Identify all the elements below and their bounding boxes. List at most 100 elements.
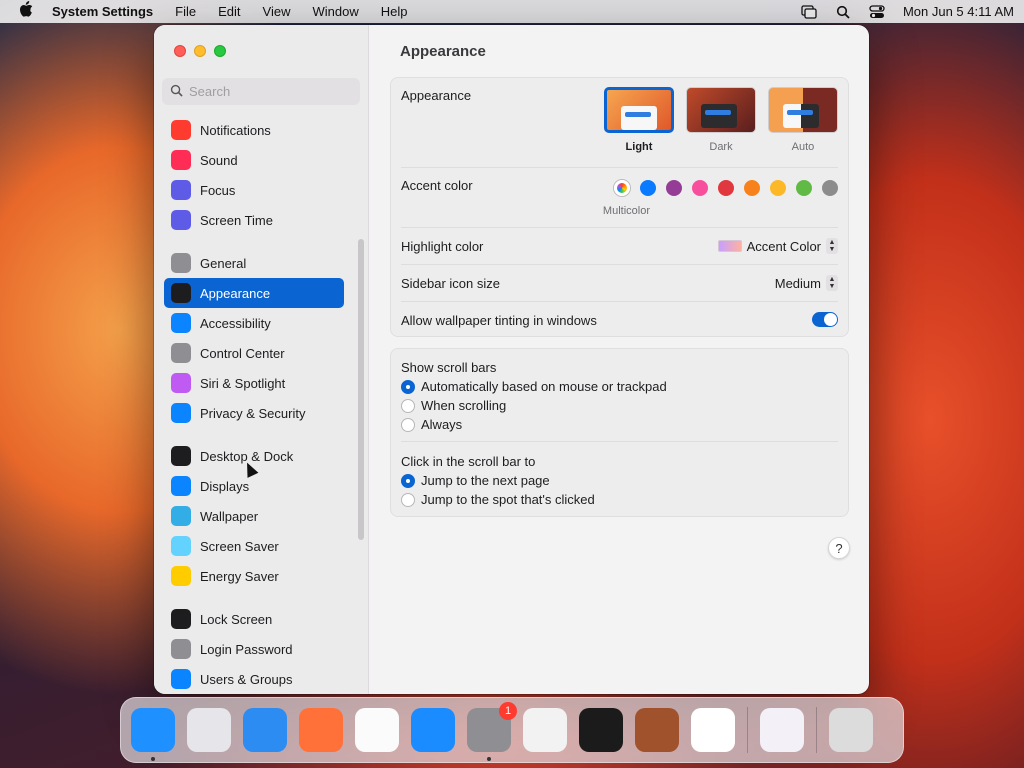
accent-swatch[interactable] <box>770 180 786 196</box>
garageband-icon[interactable] <box>635 708 679 752</box>
accent-color-row: Accent color Multicolor <box>401 168 838 228</box>
radio-button[interactable] <box>401 417 415 432</box>
sidebar-item-label: Energy Saver <box>200 568 279 584</box>
search-field[interactable]: Search <box>162 78 360 105</box>
accent-swatch[interactable] <box>666 180 682 196</box>
sidebar-item-screen-time[interactable]: Screen Time <box>164 205 344 235</box>
app-store-icon[interactable] <box>411 708 455 752</box>
radio-label: Jump to the next page <box>421 473 550 488</box>
accent-swatch[interactable] <box>744 180 760 196</box>
accent-swatch[interactable] <box>718 180 734 196</box>
sidebar-item-sound[interactable]: Sound <box>164 145 344 175</box>
appearance-caption-dark: Dark <box>709 141 733 153</box>
radio-scroll-auto[interactable]: Automatically based on mouse or trackpad <box>401 379 667 394</box>
zoom-button[interactable] <box>214 45 226 57</box>
appearance-option-light[interactable]: Light <box>604 87 674 153</box>
accent-swatch-multicolor[interactable] <box>614 180 630 196</box>
sidebar-item-users-groups[interactable]: Users & Groups <box>164 664 344 694</box>
popup-arrows-icon: ▲ ▼ <box>826 238 838 254</box>
sidebar-item-notifications[interactable]: Notifications <box>164 115 344 145</box>
accent-swatch[interactable] <box>640 180 656 196</box>
page-title: Appearance <box>400 43 486 60</box>
accent-swatch[interactable] <box>796 180 812 196</box>
radio-scroll-always[interactable]: Always <box>401 417 462 432</box>
highlight-color-value: Accent Color <box>746 238 821 254</box>
screen-mirroring-icon[interactable] <box>801 4 817 19</box>
apple-menu-icon[interactable] <box>10 1 42 22</box>
sidebar-item-wallpaper[interactable]: Wallpaper <box>164 501 344 531</box>
wallpaper-tinting-toggle[interactable] <box>812 312 838 327</box>
visual-studio-icon[interactable] <box>760 708 804 752</box>
radio-scroll-when-scrolling[interactable]: When scrolling <box>401 398 506 413</box>
appearance-label: Appearance <box>401 88 472 103</box>
close-button[interactable] <box>174 45 186 57</box>
radio-label: Automatically based on mouse or trackpad <box>421 379 667 394</box>
appearance-option-dark[interactable]: Dark <box>686 87 756 153</box>
appearance-row: Appearance Light Dark Auto <box>401 78 838 168</box>
system-settings-icon[interactable]: 1 <box>467 702 517 761</box>
appearance-caption-auto: Auto <box>791 141 815 153</box>
sidebar-item-general[interactable]: General <box>164 248 344 278</box>
sidebar-item-login-password[interactable]: Login Password <box>164 634 344 664</box>
radio-label: Always <box>421 417 463 432</box>
accent-swatch[interactable] <box>822 180 838 196</box>
appearance-options: Light Dark Auto <box>604 87 838 153</box>
finder-icon[interactable] <box>131 708 175 761</box>
radio-button[interactable] <box>401 398 415 413</box>
radio-button[interactable] <box>401 492 415 507</box>
menu-window[interactable]: Window <box>312 4 358 19</box>
sidebar-icon-size-popup[interactable]: Medium ▲ ▼ <box>775 275 838 291</box>
vscode-icon[interactable] <box>691 708 735 752</box>
appearance-group: Appearance Light Dark Auto Accent color … <box>390 77 849 337</box>
sidebar-item-label: Accessibility <box>200 315 271 331</box>
sidebar-item-label: Displays <box>200 478 250 494</box>
sidebar-item-displays[interactable]: Displays <box>164 471 344 501</box>
sidebar-item-label: Appearance <box>200 285 271 301</box>
menu-edit[interactable]: Edit <box>218 4 240 19</box>
sidebar-item-control-center[interactable]: Control Center <box>164 338 344 368</box>
trash-icon[interactable] <box>829 708 873 752</box>
radio-button[interactable] <box>401 473 415 488</box>
auto-thumbnail <box>768 87 838 133</box>
sidebar-item-label: Desktop & Dock <box>200 448 294 464</box>
menu-bar-clock[interactable]: Mon Jun 5 4:11 AM <box>903 4 1014 19</box>
textedit-icon[interactable] <box>523 708 567 752</box>
menu-file[interactable]: File <box>175 4 196 19</box>
highlight-color-popup[interactable]: Accent Color ▲ ▼ <box>717 238 838 254</box>
sidebar-item-privacy-security[interactable]: Privacy & Security <box>164 398 344 428</box>
menu-view[interactable]: View <box>263 4 291 19</box>
sidebar-item-focus[interactable]: Focus <box>164 175 344 205</box>
dock-separator <box>816 707 817 753</box>
minimize-button[interactable] <box>194 45 206 57</box>
chrome-icon[interactable] <box>355 708 399 752</box>
bulb-icon <box>171 566 191 586</box>
safari-icon[interactable] <box>243 708 287 752</box>
terminal-icon[interactable] <box>579 708 623 752</box>
sidebar-scrollbar[interactable] <box>358 239 364 540</box>
radio-jump-next-page[interactable]: Jump to the next page <box>401 473 550 488</box>
sidebar-item-label: Focus <box>200 182 236 198</box>
accent-swatch[interactable] <box>692 180 708 196</box>
sidebar-item-energy-saver[interactable]: Energy Saver <box>164 561 344 591</box>
sidebar-item-label: Login Password <box>200 641 293 657</box>
radio-jump-to-spot[interactable]: Jump to the spot that's clicked <box>401 492 595 507</box>
menu-help[interactable]: Help <box>381 4 408 19</box>
sidebar-item-siri-spotlight[interactable]: Siri & Spotlight <box>164 368 344 398</box>
spotlight-search-icon[interactable] <box>835 5 851 19</box>
sidebar-item-screen-saver[interactable]: Screen Saver <box>164 531 344 561</box>
sidebar-item-lock-screen[interactable]: Lock Screen <box>164 604 344 634</box>
app-name-menu[interactable]: System Settings <box>52 4 153 19</box>
sidebar-item-appearance[interactable]: Appearance <box>164 278 344 308</box>
radio-button[interactable] <box>401 379 415 394</box>
firefox-icon[interactable] <box>299 708 343 752</box>
dock-icon <box>171 446 191 466</box>
control-center-icon[interactable] <box>869 4 885 19</box>
sidebar-item-accessibility[interactable]: Accessibility <box>164 308 344 338</box>
help-button[interactable]: ? <box>828 537 850 559</box>
appearance-option-auto[interactable]: Auto <box>768 87 838 153</box>
sidebar-item-label: Sound <box>200 152 238 168</box>
wallpaper-tinting-label: Allow wallpaper tinting in windows <box>401 313 597 328</box>
hourglass-icon <box>171 210 191 230</box>
launchpad-icon[interactable] <box>187 708 231 752</box>
control-center-icon <box>171 343 191 363</box>
